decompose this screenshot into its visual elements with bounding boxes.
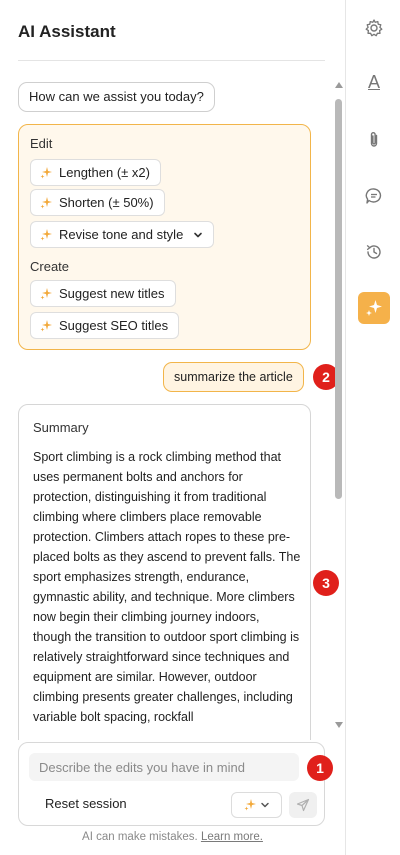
shorten-label: Shorten (± 50%) [59, 195, 154, 210]
ai-assistant-button[interactable] [358, 292, 390, 324]
summary-text: Sport climbing is a rock climbing method… [33, 450, 301, 724]
ai-assistant-panel: AI Assistant How can we assist you today… [0, 0, 345, 855]
sparkle-icon [40, 196, 52, 208]
comments-button[interactable] [358, 180, 390, 212]
edit-prompt-input[interactable] [29, 753, 299, 781]
scroll-thumb[interactable] [335, 99, 342, 499]
typography-button[interactable]: A [358, 66, 390, 98]
callout-badge-1: 1 [307, 755, 333, 781]
disclaimer: AI can make mistakes. Learn more. [0, 831, 345, 843]
font-icon: A [367, 72, 380, 92]
chat-scrollbar[interactable] [334, 82, 344, 732]
ai-mode-dropdown[interactable] [231, 792, 282, 818]
sparkle-icon [244, 799, 256, 811]
history-icon [366, 245, 381, 259]
suggest-titles-button[interactable]: Suggest new titles [30, 280, 176, 307]
scroll-up-arrow-icon[interactable] [335, 82, 343, 88]
history-button[interactable] [358, 236, 390, 268]
title-divider [18, 60, 325, 61]
send-icon [296, 798, 310, 812]
user-message: summarize the article [163, 362, 304, 392]
sparkle-icon [366, 300, 382, 316]
summary-title: Summary [33, 420, 89, 435]
attachments-button[interactable] [358, 124, 390, 156]
chevron-down-icon [261, 802, 269, 808]
summary-response: Summary Sport climbing is a rock climbin… [18, 404, 311, 740]
gear-icon [365, 19, 383, 37]
sparkle-icon [40, 166, 52, 178]
assistant-greeting: How can we assist you today? [18, 82, 215, 112]
send-button[interactable] [289, 792, 317, 818]
sparkle-icon [40, 228, 52, 240]
learn-more-link[interactable]: Learn more. [201, 831, 263, 843]
paperclip-icon [370, 132, 378, 147]
scroll-down-arrow-icon[interactable] [335, 722, 343, 728]
quick-actions-card: Edit Lengthen (± x2) Shorten (± 50%) Rev… [18, 124, 311, 350]
right-tool-rail: A [345, 0, 400, 855]
reset-session-button[interactable]: Reset session [45, 796, 127, 811]
revise-tone-label: Revise tone and style [59, 227, 184, 242]
suggest-seo-titles-label: Suggest SEO titles [59, 318, 169, 333]
disclaimer-text: AI can make mistakes. [82, 831, 198, 843]
panel-title: AI Assistant [18, 22, 116, 41]
comment-icon [365, 188, 382, 204]
lengthen-label: Lengthen (± x2) [59, 165, 150, 180]
chat-thread[interactable]: How can we assist you today? Edit Length… [0, 70, 345, 740]
sparkle-icon [40, 287, 52, 299]
edit-group-label: Edit [30, 136, 53, 151]
revise-tone-button[interactable]: Revise tone and style [30, 221, 215, 248]
sparkle-icon [40, 319, 52, 331]
chevron-down-icon [194, 232, 203, 237]
suggest-titles-label: Suggest new titles [59, 286, 165, 301]
settings-button[interactable] [358, 12, 390, 44]
composer: Reset session [18, 742, 325, 826]
shorten-button[interactable]: Shorten (± 50%) [30, 189, 165, 216]
suggest-seo-titles-button[interactable]: Suggest SEO titles [30, 312, 180, 339]
lengthen-button[interactable]: Lengthen (± x2) [30, 159, 161, 186]
create-group-label: Create [30, 259, 70, 274]
